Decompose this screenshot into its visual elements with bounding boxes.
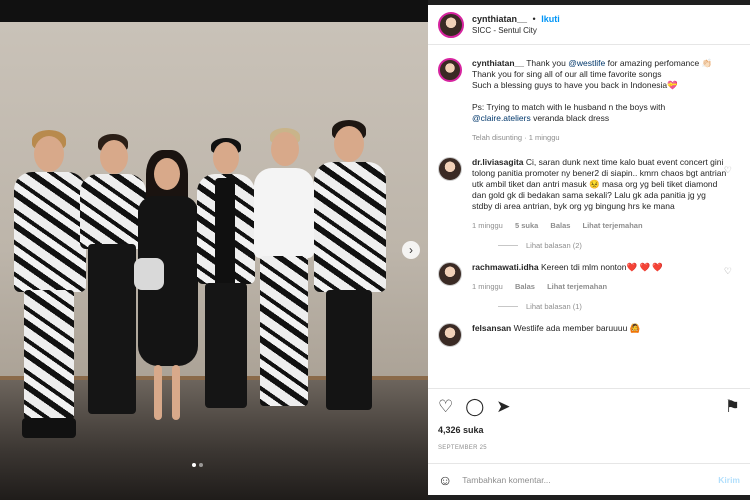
reply-button[interactable]: Balas bbox=[550, 221, 570, 230]
comments-list[interactable]: cynthiatan__ Thank you @westlife for ama… bbox=[428, 46, 750, 388]
like-count[interactable]: 4,326 suka bbox=[438, 425, 484, 435]
avatar[interactable] bbox=[438, 58, 462, 82]
comment-username[interactable]: dr.liviasagita bbox=[472, 157, 524, 167]
heart-icon[interactable]: ♡ bbox=[724, 165, 732, 176]
mention-link[interactable]: @claire.ateliers bbox=[472, 113, 531, 123]
comment: rachmawati.idha Kereen tdi mlm nonton❤️ … bbox=[438, 262, 740, 292]
post-side-panel: cynthiatan__ • Ikuti SICC - Sentul City … bbox=[428, 5, 750, 495]
mention-link[interactable]: @westlife bbox=[568, 58, 605, 68]
carousel-dots bbox=[192, 463, 203, 467]
post-location[interactable]: SICC - Sentul City bbox=[472, 25, 560, 37]
reply-button[interactable]: Balas bbox=[515, 282, 535, 291]
comment-likes[interactable]: 5 suka bbox=[515, 221, 538, 230]
avatar[interactable] bbox=[438, 262, 462, 286]
share-icon[interactable]: ➤ bbox=[496, 397, 510, 416]
comment-input[interactable]: Tambahkan komentar... bbox=[462, 475, 550, 485]
comment: felsansan Westlife ada member baruuuu 🙆 bbox=[438, 323, 740, 347]
person-figure bbox=[130, 150, 205, 430]
heart-icon[interactable]: ♡ bbox=[724, 266, 732, 277]
post-date: SEPTEMBER 25 bbox=[438, 445, 487, 451]
avatar[interactable] bbox=[438, 323, 462, 347]
comment-username[interactable]: rachmawati.idha bbox=[472, 262, 539, 272]
post-header: cynthiatan__ • Ikuti SICC - Sentul City bbox=[428, 5, 750, 45]
avatar[interactable] bbox=[438, 11, 464, 38]
send-button[interactable]: Kirim bbox=[718, 475, 740, 485]
person-figure bbox=[310, 120, 390, 420]
chevron-right-icon[interactable]: › bbox=[402, 241, 420, 259]
person-figure bbox=[195, 138, 257, 418]
bookmark-icon[interactable]: ⚑ bbox=[725, 397, 740, 416]
comment-username[interactable]: felsansan bbox=[472, 323, 511, 333]
separator-dot: • bbox=[532, 13, 536, 24]
comment-text: Kereen tdi mlm nonton❤️ ❤️ ❤️ bbox=[540, 262, 663, 272]
emoji-icon[interactable]: ☺ bbox=[438, 472, 452, 488]
post-photo: › bbox=[0, 0, 428, 500]
caption: cynthiatan__ Thank you @westlife for ama… bbox=[438, 58, 740, 143]
comment: dr.liviasagita Ci, saran dunk next time … bbox=[438, 157, 740, 231]
view-replies-button[interactable]: Lihat balasan (2) bbox=[498, 241, 740, 250]
view-replies-button[interactable]: Lihat balasan (1) bbox=[498, 302, 740, 311]
heart-icon[interactable]: ♡ bbox=[438, 397, 453, 416]
translate-button[interactable]: Lihat terjemahan bbox=[547, 282, 607, 291]
comment-text: Westlife ada member baruuuu 🙆 bbox=[513, 323, 641, 333]
action-bar: ♡ ◯ ➤ ⚑ bbox=[428, 388, 750, 424]
comment-icon[interactable]: ◯ bbox=[465, 397, 484, 416]
carousel-dot bbox=[199, 463, 203, 467]
post-username[interactable]: cynthiatan__ bbox=[472, 14, 527, 24]
post-viewer: › cynthiatan__ • Ikuti SICC - Sentul Cit… bbox=[0, 0, 750, 500]
follow-button[interactable]: Ikuti bbox=[541, 14, 560, 24]
translate-button[interactable]: Lihat terjemahan bbox=[583, 221, 643, 230]
person-figure bbox=[250, 128, 318, 428]
caption-username[interactable]: cynthiatan__ bbox=[472, 58, 524, 68]
carousel-dot bbox=[192, 463, 196, 467]
caption-meta: Telah disunting · 1 minggu bbox=[472, 133, 560, 142]
avatar[interactable] bbox=[438, 157, 462, 181]
add-comment-bar: ☺ Tambahkan komentar... Kirim bbox=[428, 463, 750, 495]
